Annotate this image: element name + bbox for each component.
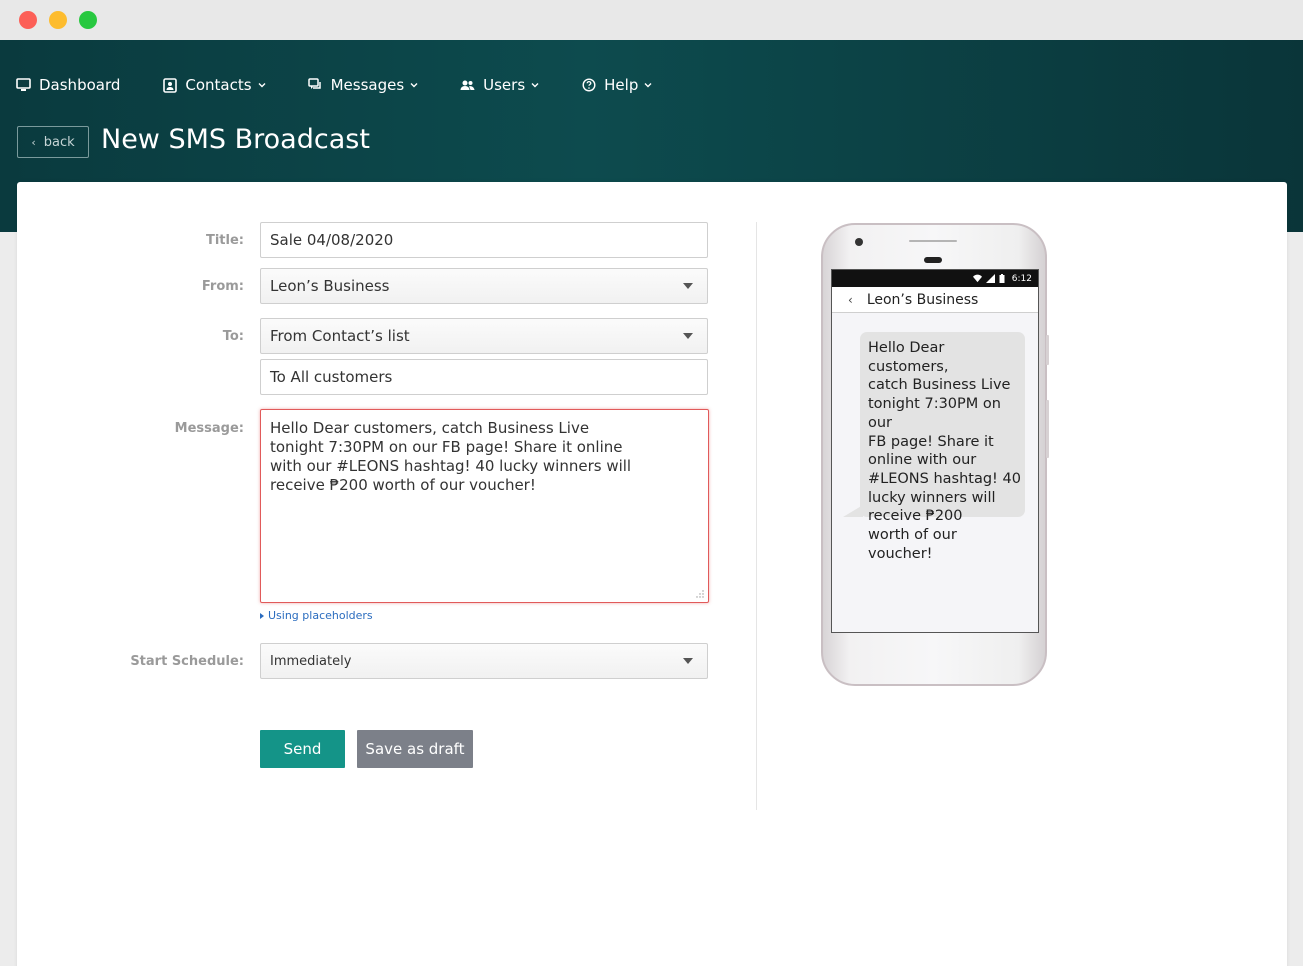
to-group-input[interactable]: To All customers bbox=[260, 359, 708, 395]
send-button[interactable]: Send bbox=[260, 730, 345, 768]
users-icon bbox=[460, 78, 475, 93]
sms-app-header: ‹ Leon’s Business bbox=[832, 287, 1038, 313]
wifi-icon bbox=[972, 274, 982, 283]
schedule-label: Start Schedule: bbox=[130, 654, 244, 669]
message-label: Message: bbox=[174, 421, 244, 436]
chevron-down-icon bbox=[410, 81, 418, 89]
back-button[interactable]: ‹ back bbox=[17, 126, 89, 158]
nav-help[interactable]: Help bbox=[581, 76, 652, 94]
close-window-button[interactable] bbox=[19, 11, 37, 29]
phone-speaker bbox=[909, 240, 957, 242]
nav-users[interactable]: Users bbox=[460, 76, 539, 94]
nav-contacts[interactable]: Contacts bbox=[162, 76, 266, 94]
camera-icon bbox=[855, 238, 863, 246]
column-divider bbox=[756, 222, 757, 810]
chat-bubbles-icon bbox=[307, 78, 323, 93]
nav-messages[interactable]: Messages bbox=[307, 76, 419, 94]
from-label: From: bbox=[201, 279, 244, 294]
chevron-down-icon bbox=[531, 81, 539, 89]
question-circle-icon bbox=[581, 78, 596, 93]
title-label: Title: bbox=[205, 233, 244, 248]
phone-clock: 6:12 bbox=[1011, 273, 1032, 284]
message-textarea[interactable]: Hello Dear customers, catch Business Liv… bbox=[260, 409, 709, 603]
to-select[interactable]: From Contact’s list bbox=[260, 318, 708, 354]
to-group-input-value: To All customers bbox=[270, 368, 393, 386]
chevron-left-icon: ‹ bbox=[31, 135, 36, 149]
contact-card-icon bbox=[162, 77, 177, 93]
dropdown-caret-icon bbox=[683, 333, 693, 339]
maximize-window-button[interactable] bbox=[79, 11, 97, 29]
back-button-label: back bbox=[43, 134, 75, 150]
minimize-window-button[interactable] bbox=[49, 11, 67, 29]
monitor-icon bbox=[16, 78, 31, 93]
to-select-value: From Contact’s list bbox=[270, 327, 410, 345]
nav-users-label: Users bbox=[483, 76, 526, 94]
nav-help-label: Help bbox=[604, 76, 639, 94]
phone-sensor bbox=[924, 257, 942, 263]
window-titlebar bbox=[0, 0, 1303, 40]
from-select-value: Leon’s Business bbox=[270, 277, 390, 295]
caret-right-icon bbox=[260, 612, 264, 619]
signal-icon bbox=[985, 274, 995, 283]
main-nav: Dashboard Contacts Messages Users Help bbox=[16, 76, 694, 94]
phone-screen: 6:12 ‹ Leon’s Business Hello Dear custom… bbox=[831, 269, 1039, 633]
phone-status-bar: 6:12 bbox=[832, 270, 1038, 287]
phone-volume-button bbox=[1046, 400, 1049, 458]
chevron-down-icon bbox=[644, 81, 652, 89]
nav-dashboard[interactable]: Dashboard bbox=[16, 76, 120, 94]
phone-preview: 6:12 ‹ Leon’s Business Hello Dear custom… bbox=[821, 223, 1049, 686]
chevron-left-icon: ‹ bbox=[848, 292, 853, 307]
dropdown-caret-icon bbox=[683, 658, 693, 664]
chevron-down-icon bbox=[258, 81, 266, 89]
nav-contacts-label: Contacts bbox=[185, 76, 252, 94]
sms-preview-bubble: Hello Dear customers, catch Business Liv… bbox=[860, 332, 1025, 562]
schedule-select[interactable]: Immediately bbox=[260, 643, 708, 679]
dropdown-caret-icon bbox=[683, 283, 693, 289]
page-title: New SMS Broadcast bbox=[101, 124, 370, 155]
from-select[interactable]: Leon’s Business bbox=[260, 268, 708, 304]
battery-icon bbox=[999, 274, 1008, 283]
phone-side-button bbox=[1046, 335, 1049, 365]
nav-messages-label: Messages bbox=[330, 76, 405, 94]
using-placeholders-label: Using placeholders bbox=[268, 609, 373, 622]
broadcast-form-card: Title: Sale 04/08/2020 From: Leon’s Busi… bbox=[17, 182, 1287, 966]
sms-contact-name: Leon’s Business bbox=[866, 291, 979, 308]
save-draft-button[interactable]: Save as draft bbox=[357, 730, 473, 768]
resize-handle-icon[interactable] bbox=[696, 590, 704, 598]
schedule-select-value: Immediately bbox=[270, 653, 352, 669]
using-placeholders-link[interactable]: Using placeholders bbox=[260, 609, 373, 622]
nav-dashboard-label: Dashboard bbox=[39, 76, 121, 94]
to-label: To: bbox=[222, 329, 244, 344]
title-input-value: Sale 04/08/2020 bbox=[270, 231, 394, 249]
title-input[interactable]: Sale 04/08/2020 bbox=[260, 222, 708, 258]
